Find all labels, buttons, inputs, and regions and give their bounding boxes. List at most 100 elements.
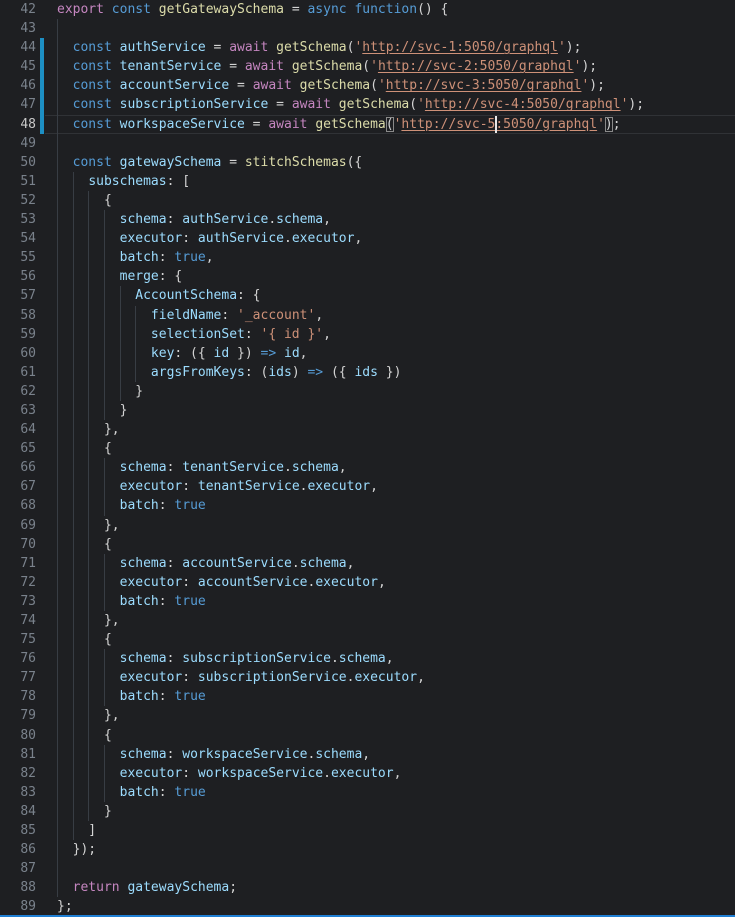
line-number[interactable]: 62	[0, 382, 36, 401]
code-area[interactable]: return gatewaySchema;	[57, 878, 735, 897]
gutter[interactable]: 63	[0, 401, 57, 420]
code-line[interactable]: 43	[0, 19, 735, 38]
gutter[interactable]: 76	[0, 649, 57, 668]
code-line[interactable]: 42export const getGatewaySchema = async …	[0, 0, 735, 19]
code-line[interactable]: 68 batch: true	[0, 496, 735, 515]
code-area[interactable]: const subscriptionService = await getSch…	[57, 95, 735, 114]
code-line[interactable]: 60 key: ({ id }) => id,	[0, 344, 735, 363]
gutter[interactable]: 84	[0, 802, 57, 821]
gutter[interactable]: 45	[0, 57, 57, 76]
code-line[interactable]: 76 schema: subscriptionService.schema,	[0, 649, 735, 668]
code-line[interactable]: 56 merge: {	[0, 267, 735, 286]
gutter[interactable]: 89	[0, 897, 57, 916]
code-area[interactable]: {	[57, 535, 735, 554]
line-number[interactable]: 53	[0, 210, 36, 229]
code-area[interactable]: const workspaceService = await getSchema…	[57, 115, 735, 134]
line-number[interactable]: 51	[0, 172, 36, 191]
code-line[interactable]: 63 }	[0, 401, 735, 420]
line-number[interactable]: 50	[0, 153, 36, 172]
code-area[interactable]: batch: true	[57, 783, 735, 802]
gutter[interactable]: 52	[0, 191, 57, 210]
gutter[interactable]: 59	[0, 325, 57, 344]
code-area[interactable]: {	[57, 191, 735, 210]
code-line[interactable]: 47 const subscriptionService = await get…	[0, 95, 735, 114]
code-area[interactable]: executor: subscriptionService.executor,	[57, 668, 735, 687]
line-number[interactable]: 84	[0, 802, 36, 821]
code-area[interactable]: merge: {	[57, 267, 735, 286]
code-area[interactable]: };	[57, 897, 735, 916]
code-area[interactable]: selectionSet: '{ id }',	[57, 325, 735, 344]
code-area[interactable]: executor: accountService.executor,	[57, 573, 735, 592]
gutter[interactable]: 78	[0, 687, 57, 706]
code-line[interactable]: 53 schema: authService.schema,	[0, 210, 735, 229]
line-number[interactable]: 45	[0, 57, 36, 76]
line-number[interactable]: 66	[0, 458, 36, 477]
code-line[interactable]: 70 {	[0, 535, 735, 554]
code-line[interactable]: 44 const authService = await getSchema('…	[0, 38, 735, 57]
line-number[interactable]: 77	[0, 668, 36, 687]
gutter[interactable]: 72	[0, 573, 57, 592]
code-area[interactable]: },	[57, 706, 735, 725]
line-number[interactable]: 57	[0, 286, 36, 305]
gutter[interactable]: 64	[0, 420, 57, 439]
code-area[interactable]: batch: true,	[57, 248, 735, 267]
code-line[interactable]: 66 schema: tenantService.schema,	[0, 458, 735, 477]
line-number[interactable]: 49	[0, 134, 36, 153]
line-number[interactable]: 68	[0, 496, 36, 515]
code-line[interactable]: 78 batch: true	[0, 687, 735, 706]
code-line[interactable]: 64 },	[0, 420, 735, 439]
code-area[interactable]	[57, 19, 735, 38]
gutter[interactable]: 83	[0, 783, 57, 802]
gutter[interactable]: 71	[0, 554, 57, 573]
code-area[interactable]: }	[57, 382, 735, 401]
gutter[interactable]: 82	[0, 764, 57, 783]
line-number[interactable]: 60	[0, 344, 36, 363]
code-line[interactable]: 77 executor: subscriptionService.executo…	[0, 668, 735, 687]
code-area[interactable]: {	[57, 439, 735, 458]
code-area[interactable]	[57, 134, 735, 153]
code-area[interactable]: const gatewaySchema = stitchSchemas({	[57, 153, 735, 172]
gutter[interactable]: 87	[0, 859, 57, 878]
gutter[interactable]: 75	[0, 630, 57, 649]
gutter[interactable]: 88	[0, 878, 57, 897]
code-line[interactable]: 55 batch: true,	[0, 248, 735, 267]
line-number[interactable]: 58	[0, 306, 36, 325]
line-number[interactable]: 81	[0, 745, 36, 764]
code-area[interactable]: executor: authService.executor,	[57, 229, 735, 248]
gutter[interactable]: 49	[0, 134, 57, 153]
code-line[interactable]: 85 ]	[0, 821, 735, 840]
line-number[interactable]: 75	[0, 630, 36, 649]
code-area[interactable]: {	[57, 726, 735, 745]
code-area[interactable]: const authService = await getSchema('htt…	[57, 38, 735, 57]
gutter[interactable]: 74	[0, 611, 57, 630]
code-area[interactable]: schema: subscriptionService.schema,	[57, 649, 735, 668]
line-number[interactable]: 69	[0, 516, 36, 535]
code-line[interactable]: 51 subschemas: [	[0, 172, 735, 191]
code-area[interactable]: },	[57, 420, 735, 439]
code-area[interactable]: },	[57, 611, 735, 630]
code-area[interactable]	[57, 859, 735, 878]
code-line[interactable]: 48 const workspaceService = await getSch…	[0, 115, 735, 134]
gutter[interactable]: 61	[0, 363, 57, 382]
code-area[interactable]: schema: tenantService.schema,	[57, 458, 735, 477]
code-line[interactable]: 62 }	[0, 382, 735, 401]
gutter[interactable]: 54	[0, 229, 57, 248]
line-number[interactable]: 76	[0, 649, 36, 668]
line-number[interactable]: 87	[0, 859, 36, 878]
gutter[interactable]: 81	[0, 745, 57, 764]
gutter[interactable]: 67	[0, 477, 57, 496]
code-area[interactable]: }	[57, 802, 735, 821]
gutter[interactable]: 53	[0, 210, 57, 229]
code-area[interactable]: });	[57, 840, 735, 859]
code-line[interactable]: 61 argsFromKeys: (ids) => ({ ids })	[0, 363, 735, 382]
gutter[interactable]: 70	[0, 535, 57, 554]
gutter[interactable]: 58	[0, 306, 57, 325]
line-number[interactable]: 89	[0, 897, 36, 916]
gutter[interactable]: 62	[0, 382, 57, 401]
line-number[interactable]: 46	[0, 76, 36, 95]
code-area[interactable]: AccountSchema: {	[57, 286, 735, 305]
gutter[interactable]: 57	[0, 286, 57, 305]
gutter[interactable]: 73	[0, 592, 57, 611]
code-line[interactable]: 82 executor: workspaceService.executor,	[0, 764, 735, 783]
code-area[interactable]: executor: workspaceService.executor,	[57, 764, 735, 783]
